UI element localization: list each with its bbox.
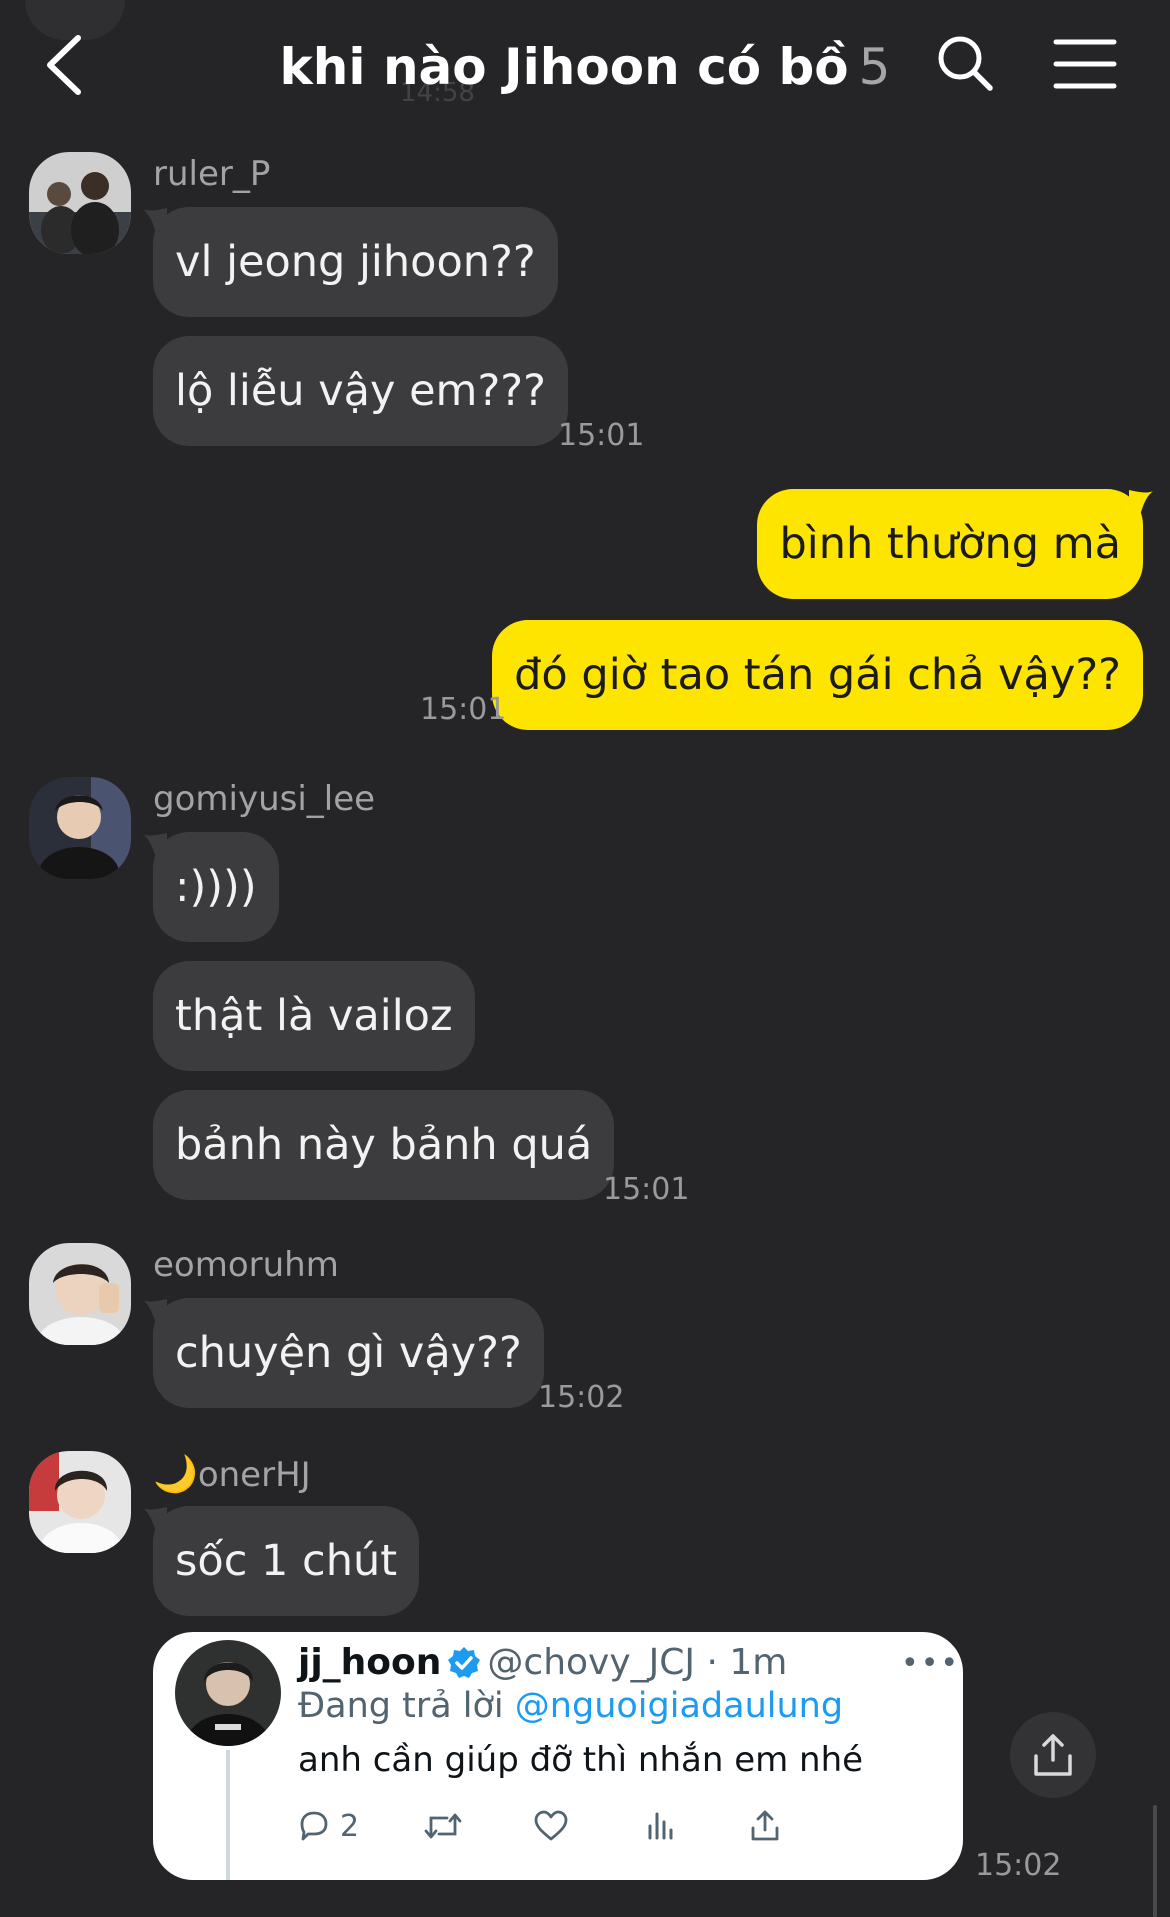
retweet-action (423, 1804, 463, 1848)
search-button[interactable] (935, 33, 995, 93)
thread-line (226, 1750, 230, 1880)
sender-name: eomoruhm (153, 1245, 339, 1285)
message-text: thật là vailoz (175, 991, 453, 1041)
message-text: chuyện gì vậy?? (175, 1328, 522, 1378)
retweet-icon (424, 1813, 462, 1839)
share-icon (751, 1810, 779, 1841)
profile-photo (29, 1243, 131, 1345)
message-text: bảnh này bảnh quá (175, 1120, 593, 1170)
my-message-bubble[interactable]: đó giờ tao tán gái chả vậy?? (492, 620, 1143, 730)
views-action (643, 1804, 679, 1848)
hamburger-menu-icon (1053, 39, 1117, 89)
reply-icon (300, 1811, 328, 1841)
tweet-author-avatar (175, 1640, 281, 1746)
tweet-header: jj_hoon @chovy_JCJ · 1m (298, 1642, 787, 1689)
reply-prefix: Đang trả lời (298, 1686, 504, 1726)
chat-header: 14:58 khi nào Jihoon có bồ 5 (0, 0, 1170, 135)
message-bubble[interactable]: chuyện gì vậy?? (153, 1298, 544, 1408)
my-message-bubble[interactable]: bình thường mà (757, 489, 1143, 599)
message-bubble[interactable]: vl jeong jihoon?? (153, 207, 558, 317)
tweet-author-name: jj_hoon (298, 1642, 442, 1683)
message-time: 15:01 (420, 692, 507, 727)
avatar-gomiyusi-lee[interactable] (29, 777, 131, 879)
reply-mention: @nguoigiadaulung (514, 1686, 844, 1726)
share-image-button[interactable] (1010, 1712, 1096, 1798)
message-bubble[interactable]: thật là vailoz (153, 961, 475, 1071)
message-bubble[interactable]: bảnh này bảnh quá (153, 1090, 615, 1200)
sender-name-text: onerHJ (197, 1455, 311, 1495)
member-count: 5 (858, 38, 891, 96)
bubble-tail-right (1129, 490, 1153, 518)
message-text: đó giờ tao tán gái chả vậy?? (514, 650, 1121, 700)
chat-room-name: khi nào Jihoon có bồ (279, 38, 849, 96)
reply-count: 2 (340, 1808, 360, 1844)
reply-action: 2 (296, 1804, 359, 1848)
message-bubble[interactable]: lộ liễu vậy em??? (153, 336, 568, 446)
more-options-icon: ••• (901, 1646, 961, 1681)
reply-context: Đang trả lời @nguoigiadaulung (298, 1686, 843, 1726)
share-action (747, 1804, 783, 1848)
like-action (533, 1804, 569, 1848)
message-time: 15:01 (558, 418, 645, 453)
profile-photo (29, 777, 131, 879)
avatar-ruler-p[interactable] (29, 152, 131, 254)
verified-badge-icon (447, 1646, 481, 1689)
profile-photo (29, 1451, 131, 1553)
scrollbar[interactable] (1153, 1805, 1157, 1917)
message-text: vl jeong jihoon?? (175, 237, 536, 287)
sender-name: ruler_P (153, 154, 271, 194)
tweet-image-message[interactable]: jj_hoon @chovy_JCJ · 1m ••• Đang trả lời … (153, 1632, 963, 1880)
sender-name: gomiyusi_lee (153, 779, 376, 819)
profile-photo (175, 1640, 281, 1746)
avatar-eomoruhm[interactable] (29, 1243, 131, 1345)
views-icon (648, 1812, 673, 1840)
back-button[interactable] (40, 30, 90, 100)
message-time: 15:01 (603, 1172, 690, 1207)
share-icon (1034, 1734, 1072, 1776)
message-text: lộ liễu vậy em??? (175, 366, 546, 416)
search-icon (938, 36, 993, 91)
profile-photo (29, 152, 131, 254)
message-text: sốc 1 chút (175, 1536, 398, 1586)
message-bubble[interactable]: sốc 1 chút (153, 1506, 420, 1616)
message-time: 15:02 (538, 1380, 625, 1415)
menu-button[interactable] (1053, 36, 1117, 92)
faded-timestamp: 14:58 (400, 78, 475, 108)
sender-name: 🌙onerHJ (153, 1453, 311, 1495)
tweet-handle-meta: @chovy_JCJ · 1m (487, 1642, 788, 1683)
message-bubble[interactable]: :)))) (153, 832, 279, 942)
like-icon (534, 1810, 568, 1841)
message-time: 15:02 (975, 1848, 1062, 1883)
tweet-text: anh cần giúp đỡ thì nhắn em nhé (298, 1740, 864, 1780)
chevron-left-icon (47, 35, 81, 95)
message-text: :)))) (175, 862, 257, 912)
message-text: bình thường mà (779, 519, 1121, 569)
sender-emoji: 🌙 (153, 1454, 198, 1495)
avatar-onerhj[interactable] (29, 1451, 131, 1553)
